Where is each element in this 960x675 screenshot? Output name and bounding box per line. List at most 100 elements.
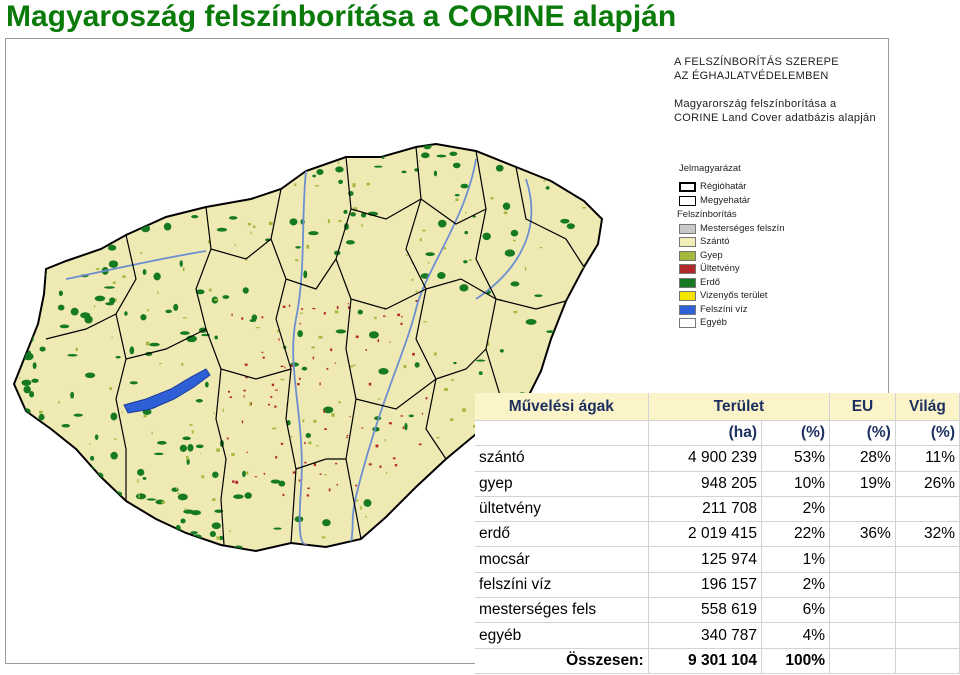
grass-patch (25, 262, 29, 265)
grass-patch (129, 508, 132, 512)
subheader-empty (475, 420, 649, 447)
forest-patch (58, 238, 68, 242)
forest-patch (335, 329, 347, 334)
legend-label: Mesterséges felszín (700, 222, 785, 234)
grass-patch (452, 532, 454, 536)
forest-patch (142, 268, 147, 275)
orchard-patch (292, 471, 296, 474)
row-ha: 2 019 415 (648, 521, 763, 548)
forest-patch (126, 186, 137, 194)
grass-patch (131, 530, 133, 535)
grass-patch (90, 192, 94, 197)
forest-patch (436, 154, 447, 158)
forest-patch (151, 170, 156, 178)
grass-patch (96, 268, 100, 271)
orchard-patch (400, 322, 403, 325)
legend-item-cover: Felszíni víz (679, 303, 879, 317)
forest-patch (73, 413, 83, 417)
forest-patch (384, 144, 396, 147)
grass-patch (231, 453, 235, 456)
row-name: ültetvény (475, 496, 649, 523)
map-header-line: Magyarország felszínborítása a (674, 98, 837, 110)
grass-patch (313, 419, 317, 423)
grass-patch (14, 361, 16, 365)
legend-item-region-border: Régióhatár (679, 181, 879, 195)
forest-patch (84, 315, 93, 324)
grass-patch (366, 182, 370, 186)
grass-patch (311, 346, 315, 349)
orchard-patch (235, 480, 239, 484)
forest-patch (48, 145, 55, 150)
grass-patch (361, 223, 363, 228)
forest-patch (454, 193, 460, 197)
forest-patch (350, 212, 356, 217)
row-ha: 211 708 (648, 496, 763, 523)
orchard-patch (421, 412, 424, 415)
grass-patch (143, 527, 145, 530)
grass-patch (582, 290, 586, 295)
forest-patch (363, 499, 372, 507)
orchard-patch (298, 377, 301, 380)
orchard-patch (328, 488, 331, 492)
legend-subtitle: Felszínborítás (677, 208, 737, 220)
orchard-patch (330, 348, 333, 352)
orchard-patch (282, 305, 286, 308)
grass-patch (36, 179, 39, 183)
grass-patch (75, 157, 77, 161)
forest-patch (241, 177, 246, 181)
grass-patch (266, 164, 270, 167)
forest-patch (17, 248, 24, 254)
forest-patch (109, 145, 119, 153)
page-title: Magyaroszág felszínborítása a CORINE ala… (6, 0, 677, 33)
forest-patch (228, 216, 238, 220)
grass-patch (89, 443, 91, 445)
grass-patch (539, 246, 543, 249)
forest-patch (102, 230, 109, 237)
grass-patch (574, 183, 577, 185)
grass-patch (465, 211, 467, 214)
orchard-patch (368, 382, 372, 386)
grass-patch (423, 321, 427, 323)
forest-patch (525, 319, 537, 325)
subheader-pct: (%) (761, 420, 831, 447)
forest-patch (588, 150, 595, 154)
grass-patch (109, 387, 113, 390)
forest-patch (249, 319, 257, 323)
row-world-pct: 32% (895, 521, 960, 548)
forest-patch (114, 181, 124, 185)
forest-patch (217, 185, 222, 191)
grass-patch (490, 197, 494, 200)
grass-patch (178, 153, 182, 157)
forest-patch (409, 495, 416, 501)
row-pct: 53% (761, 445, 831, 472)
header-cultivation: Művelési ágak (475, 393, 649, 421)
grass-patch (191, 430, 194, 434)
forest-patch (153, 272, 161, 281)
forest-patch (305, 433, 312, 438)
forest-patch (51, 503, 61, 506)
row-world-pct (895, 546, 960, 573)
grass-patch (181, 362, 184, 366)
grass-patch (449, 418, 454, 421)
grass-patch (24, 311, 28, 316)
grass-patch (428, 505, 433, 510)
forest-patch (190, 531, 198, 535)
orchard-patch (270, 395, 273, 398)
table-total-row: Összesen: 9 301 104 100% (475, 648, 960, 674)
forest-patch (459, 284, 469, 292)
forest-patch (405, 139, 410, 144)
table-row: mocsár 125 974 1% (475, 546, 960, 573)
forest-patch (30, 242, 35, 249)
forest-patch (32, 450, 44, 459)
forest-patch (80, 224, 88, 228)
forest-patch (26, 473, 33, 479)
orchard-patch (288, 304, 291, 307)
orchard-patch (334, 362, 337, 364)
grass-patch (146, 156, 149, 158)
grass-patch (229, 530, 231, 532)
land-use-table: Művelési ágak Terület EU Világ (ha) (%) … (475, 393, 960, 674)
grass-patch (45, 501, 49, 505)
forest-patch (134, 214, 140, 219)
table-row: felszíni víz 196 157 2% (475, 572, 960, 599)
grass-patch (143, 414, 147, 418)
